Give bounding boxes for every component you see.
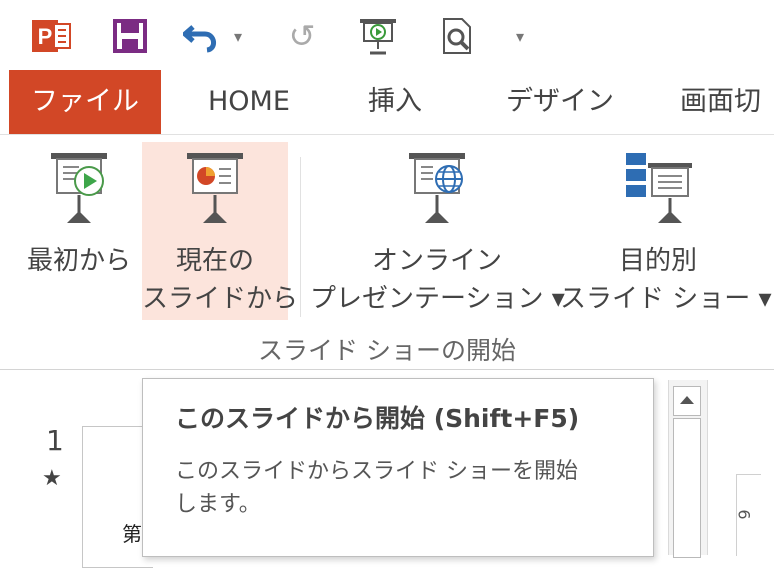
ribbon-panel: 最初から 現在の スライドから オンライン プレゼンテーション ▾ 目的別 スラ… xyxy=(0,134,774,370)
from-beginning-label: 最初から xyxy=(26,246,131,276)
tab-home[interactable]: HOME xyxy=(208,70,290,134)
scroll-thumb[interactable] xyxy=(673,418,701,558)
tooltip: このスライドから開始 (Shift+F5) このスライドからスライド ショーを開… xyxy=(142,378,654,557)
present-online-label: オンライン プレゼンテーション ▾ xyxy=(310,246,565,314)
slide-number: 1 xyxy=(46,424,64,457)
vertical-scrollbar[interactable] xyxy=(668,380,708,558)
quick-access-toolbar: P ▾ ↺ ▾ xyxy=(0,0,774,70)
scroll-up-button[interactable] xyxy=(673,386,701,416)
custom-slideshow-icon xyxy=(616,149,700,233)
custom-slideshow-label: 目的別 スライド ショー ▾ xyxy=(560,246,772,314)
slide-animation-star-icon: ★ xyxy=(42,466,62,491)
slideshow-from-beginning-icon xyxy=(37,149,121,233)
from-current-slide-label: 現在の スライドから xyxy=(142,246,299,314)
ruler-number: 6 xyxy=(734,509,754,520)
slideshow-start-icon[interactable] xyxy=(356,16,400,56)
ribbon-group-label: スライド ショーの開始 xyxy=(258,336,516,365)
from-current-slide-button[interactable]: 現在の スライドから xyxy=(142,142,299,320)
tab-transitions[interactable]: 画面切 xyxy=(680,70,761,134)
print-preview-icon[interactable] xyxy=(436,16,480,56)
tooltip-description: このスライドからスライド ショーを開始 します。 xyxy=(175,459,578,517)
redo-icon[interactable]: ↺ xyxy=(280,16,324,56)
customize-qat-icon[interactable]: ▾ xyxy=(508,16,532,56)
from-beginning-button[interactable]: 最初から xyxy=(20,142,138,320)
undo-icon[interactable] xyxy=(180,16,224,56)
slideshow-from-current-icon xyxy=(173,149,257,233)
save-icon[interactable] xyxy=(108,16,152,56)
vertical-ruler: 6 xyxy=(734,474,761,556)
tooltip-title: このスライドから開始 (Shift+F5) xyxy=(175,404,580,433)
tab-insert[interactable]: 挿入 xyxy=(368,70,422,134)
svg-text:P: P xyxy=(38,24,53,49)
present-online-icon xyxy=(395,149,479,233)
app-icon: P xyxy=(30,16,74,56)
undo-dropdown-icon[interactable]: ▾ xyxy=(228,16,248,56)
tab-design[interactable]: デザイン xyxy=(506,70,614,134)
slide-thumbnail-text: 第 xyxy=(122,522,142,546)
group-separator xyxy=(300,157,301,317)
tab-file[interactable]: ファイル xyxy=(9,70,161,134)
custom-slideshow-button[interactable]: 目的別 スライド ショー ▾ xyxy=(560,142,772,320)
present-online-button[interactable]: オンライン プレゼンテーション ▾ xyxy=(310,142,565,320)
ribbon-tabs: ファイル HOME 挿入 デザイン 画面切 xyxy=(0,70,774,134)
